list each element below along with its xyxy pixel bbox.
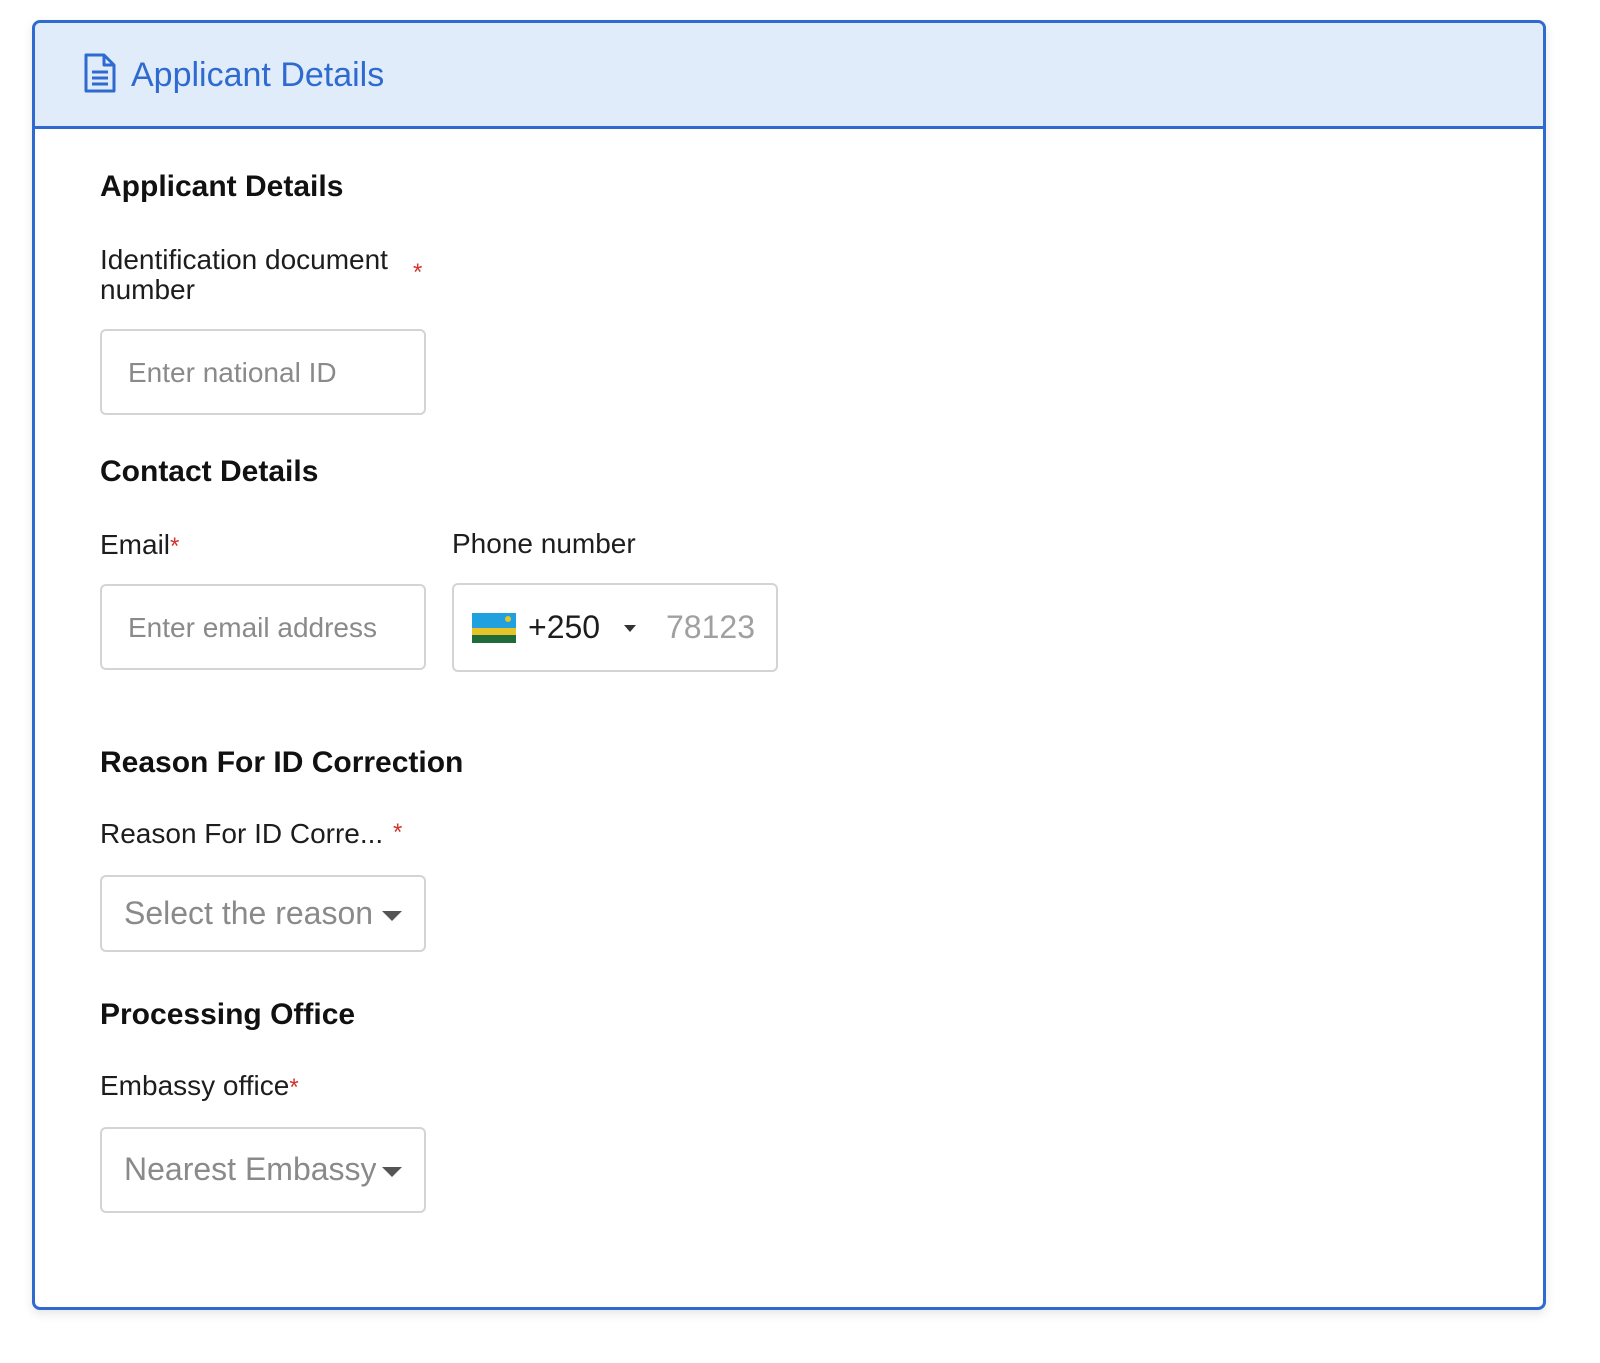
phone-label: Phone number [452, 528, 636, 559]
embassy-chevron-down-icon[interactable] [382, 1167, 402, 1177]
panel-header[interactable]: Applicant Details [35, 23, 1543, 129]
applicant-details-panel: Applicant Details Applicant Details Iden… [32, 20, 1546, 1310]
id-number-label: Identification document [100, 245, 388, 275]
email-required-mark: * [170, 533, 180, 560]
id-number-placeholder: Enter national ID [128, 357, 337, 388]
section-title-applicant: Applicant Details [100, 170, 344, 203]
embassy-label: Embassy office* [100, 1071, 299, 1103]
country-code-chevron-down-icon[interactable] [624, 625, 636, 632]
country-code[interactable]: +250 [528, 609, 600, 646]
id-number-input[interactable]: Enter national ID [100, 329, 426, 415]
id-number-required-mark: * [413, 259, 423, 286]
embassy-label-text: Embassy office [100, 1070, 290, 1101]
panel-title: Applicant Details [131, 56, 385, 94]
email-label-text: Email [100, 529, 171, 560]
reason-chevron-down-icon[interactable] [382, 911, 402, 921]
section-title-processing-office: Processing Office [100, 998, 356, 1031]
reason-required-mark: * [393, 819, 403, 846]
reason-label-text: Reason For ID Corre... [100, 818, 384, 849]
reason-label: Reason For ID Corre... [100, 819, 383, 849]
email-input[interactable]: Enter email address [100, 584, 426, 670]
email-label: Email* [100, 530, 179, 562]
id-number-label-line2: number [100, 274, 195, 305]
id-number-label-line1: Identification document [100, 244, 388, 275]
email-placeholder: Enter email address [128, 612, 378, 643]
reason-placeholder: Select the reason [124, 895, 374, 931]
embassy-required-mark: * [289, 1074, 299, 1101]
rwanda-flag-icon[interactable] [472, 613, 516, 643]
phone-placeholder: 78123 [666, 609, 755, 645]
embassy-select[interactable]: Nearest Embassy [100, 1127, 426, 1213]
embassy-placeholder: Nearest Embassy [124, 1151, 376, 1187]
document-icon [84, 53, 116, 93]
section-title-reason: Reason For ID Correction [100, 746, 464, 779]
phone-input[interactable]: +250 78123 [452, 583, 778, 672]
reason-select[interactable]: Select the reason [100, 875, 426, 952]
section-title-contact: Contact Details [100, 455, 319, 488]
